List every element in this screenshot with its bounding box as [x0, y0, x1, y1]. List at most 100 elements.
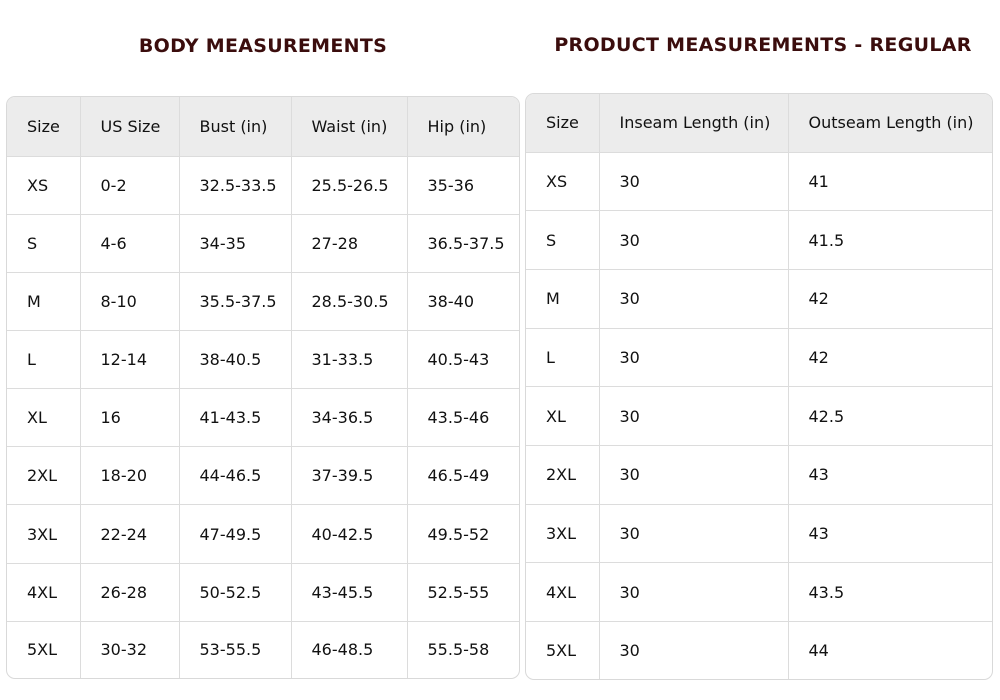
table-row: 4XL 26-28 50-52.5 43-45.5 52.5-55 [7, 563, 519, 622]
table-cell: M [7, 272, 81, 331]
table-cell: XL [7, 388, 81, 448]
table-cell: 2XL [7, 446, 81, 506]
table-cell: 40-42.5 [291, 504, 408, 564]
column-header: US Size [80, 97, 180, 157]
table-cell: 4XL [7, 563, 81, 622]
table-cell: XL [526, 386, 600, 447]
table-cell: 43.5 [788, 562, 992, 623]
table-cell: 16 [80, 388, 180, 448]
table-cell: 30 [599, 328, 789, 388]
column-header: Waist (in) [291, 97, 408, 157]
table-cell: 31-33.5 [291, 330, 408, 390]
table-row: L 12-14 38-40.5 31-33.5 40.5-43 [7, 330, 519, 390]
table-cell: 43 [788, 504, 992, 564]
table-cell: 41.5 [788, 210, 992, 270]
product-measurements-title: PRODUCT MEASUREMENTS - REGULAR [554, 34, 972, 56]
table-row: L 30 42 [526, 328, 992, 388]
table-cell: 40.5-43 [407, 330, 519, 390]
table-cell: 5XL [526, 621, 600, 679]
table-cell: 52.5-55 [407, 563, 519, 622]
table-cell: 25.5-26.5 [291, 156, 408, 215]
table-cell: 4XL [526, 562, 600, 623]
table-row: 5XL 30-32 53-55.5 46-48.5 55.5-58 [7, 621, 519, 678]
table-cell: 49.5-52 [407, 504, 519, 564]
table-row: XS 30 41 [526, 152, 992, 212]
table-cell: 2XL [526, 445, 600, 505]
column-header: Size [7, 97, 81, 157]
table-cell: 42 [788, 328, 992, 388]
table-cell: 30 [599, 445, 789, 505]
table-cell: 35.5-37.5 [179, 272, 292, 331]
table-cell: 46.5-49 [407, 446, 519, 506]
table-row: 2XL 30 43 [526, 445, 992, 505]
table-row: 5XL 30 44 [526, 621, 992, 679]
table-cell: 30 [599, 210, 789, 270]
table-cell: 38-40 [407, 272, 519, 331]
table-cell: 3XL [7, 504, 81, 564]
column-header: Outseam Length (in) [788, 94, 992, 153]
table-row: XL 30 42.5 [526, 386, 992, 447]
table-header-row: Size US Size Bust (in) Waist (in) Hip (in) [7, 97, 519, 157]
table-cell: 30 [599, 152, 789, 212]
table-cell: 26-28 [80, 563, 180, 622]
product-measurements-table: Size Inseam Length (in) Outseam Length (in… [526, 94, 992, 679]
table-cell: XS [7, 156, 81, 215]
table-cell: 53-55.5 [179, 621, 292, 678]
table-cell: 43.5-46 [407, 388, 519, 448]
table-cell: 34-36.5 [291, 388, 408, 448]
table-cell: 5XL [7, 621, 81, 678]
table-cell: 42 [788, 269, 992, 329]
table-cell: 35-36 [407, 156, 519, 215]
table-cell: 0-2 [80, 156, 180, 215]
column-header: Size [526, 94, 600, 153]
table-cell: 47-49.5 [179, 504, 292, 564]
table-cell: 28.5-30.5 [291, 272, 408, 331]
table-row: M 30 42 [526, 269, 992, 329]
table-cell: 18-20 [80, 446, 180, 506]
table-cell: 12-14 [80, 330, 180, 390]
table-cell: 50-52.5 [179, 563, 292, 622]
table-cell: L [526, 328, 600, 388]
table-cell: 38-40.5 [179, 330, 292, 390]
table-cell: 37-39.5 [291, 446, 408, 506]
table-cell: M [526, 269, 600, 329]
table-cell: 30 [599, 269, 789, 329]
table-cell: XS [526, 152, 600, 212]
table-cell: 36.5-37.5 [407, 214, 519, 273]
table-cell: 32.5-33.5 [179, 156, 292, 215]
table-cell: 30 [599, 504, 789, 564]
body-measurements-table-container: Size US Size Bust (in) Waist (in) Hip (in) X… [6, 96, 520, 679]
table-row: XL 16 41-43.5 34-36.5 43.5-46 [7, 388, 519, 448]
table-cell: 44 [808, 641, 829, 661]
table-cell: 22-24 [80, 504, 180, 564]
table-row: 2XL 18-20 44-46.5 37-39.5 46.5-49 [7, 446, 519, 506]
table-cell: 44-46.5 [179, 446, 292, 506]
table-cell: 46-48.5 [291, 621, 408, 678]
table-cell: 55.5-58 [427, 640, 490, 660]
column-header: Inseam Length (in) [599, 94, 789, 153]
table-row: 3XL 30 43 [526, 504, 992, 564]
column-header: Hip (in) [407, 97, 519, 157]
table-row: XS 0-2 32.5-33.5 25.5-26.5 35-36 [7, 156, 519, 215]
table-cell: 3XL [526, 504, 600, 564]
table-cell: 30-32 [80, 621, 180, 678]
body-measurements-title: BODY MEASUREMENTS [138, 35, 388, 57]
table-cell: 41-43.5 [179, 388, 292, 448]
table-cell: 30 [599, 621, 789, 679]
table-cell: L [7, 330, 81, 390]
table-row: M 8-10 35.5-37.5 28.5-30.5 38-40 [7, 272, 519, 331]
table-cell: 30 [599, 386, 789, 447]
table-cell: 41 [788, 152, 992, 212]
table-header-row: Size Inseam Length (in) Outseam Length (in… [526, 94, 992, 153]
table-cell: 8-10 [80, 272, 180, 331]
body-measurements-table: Size US Size Bust (in) Waist (in) Hip (in) X… [7, 97, 519, 678]
column-header: Bust (in) [179, 97, 292, 157]
table-cell: 43 [788, 445, 992, 505]
table-row: 3XL 22-24 47-49.5 40-42.5 49.5-52 [7, 504, 519, 564]
product-measurements-table-container: Size Inseam Length (in) Outseam Length (in… [525, 93, 993, 680]
table-row: S 4-6 34-35 27-28 36.5-37.5 [7, 214, 519, 273]
table-cell: S [526, 210, 600, 270]
table-cell: 27-28 [291, 214, 408, 273]
table-cell: 4-6 [80, 214, 180, 273]
table-cell: 34-35 [179, 214, 292, 273]
